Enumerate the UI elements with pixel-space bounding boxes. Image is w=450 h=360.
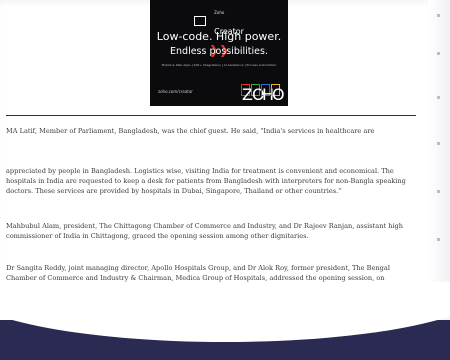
ad-url[interactable]: zoho.com/creator xyxy=(158,89,193,94)
margin-mark xyxy=(437,14,440,17)
margin-mark xyxy=(437,238,440,241)
article-paragraph: MA Latif, Member of Parliament, Banglade… xyxy=(6,127,375,135)
logo-letter: H xyxy=(261,84,275,104)
margin-mark xyxy=(437,96,440,99)
zoho-logo-icon xyxy=(194,16,207,26)
article-paragraph: Mahbubul Alam, president, The Chittagong… xyxy=(6,222,404,240)
zoho-wordmark-icon: ZOHO xyxy=(240,84,285,104)
ad-subheadline: Endless possibilities. xyxy=(170,46,268,57)
article-paragraph: appreciated by people in Bangladesh. Log… xyxy=(6,167,406,195)
document-page: Zoho Creator Low-code. High power. ❯❯ En… xyxy=(0,0,450,360)
section-divider xyxy=(6,115,416,116)
ad-features: Mobile & Web Apps | 200+ Integrations | … xyxy=(161,63,277,67)
ad-brand-top: Zoho xyxy=(214,10,225,15)
logo-letter: O xyxy=(271,84,285,104)
margin-mark xyxy=(437,190,440,193)
zoho-creator-advertisement[interactable]: Zoho Creator Low-code. High power. ❯❯ En… xyxy=(150,0,288,106)
logo-letter: O xyxy=(251,84,265,104)
margin-mark xyxy=(437,52,440,55)
ad-headline-text: Low-code. High power. xyxy=(156,30,282,43)
margin-mark xyxy=(437,142,440,145)
logo-letter: Z xyxy=(241,84,253,104)
